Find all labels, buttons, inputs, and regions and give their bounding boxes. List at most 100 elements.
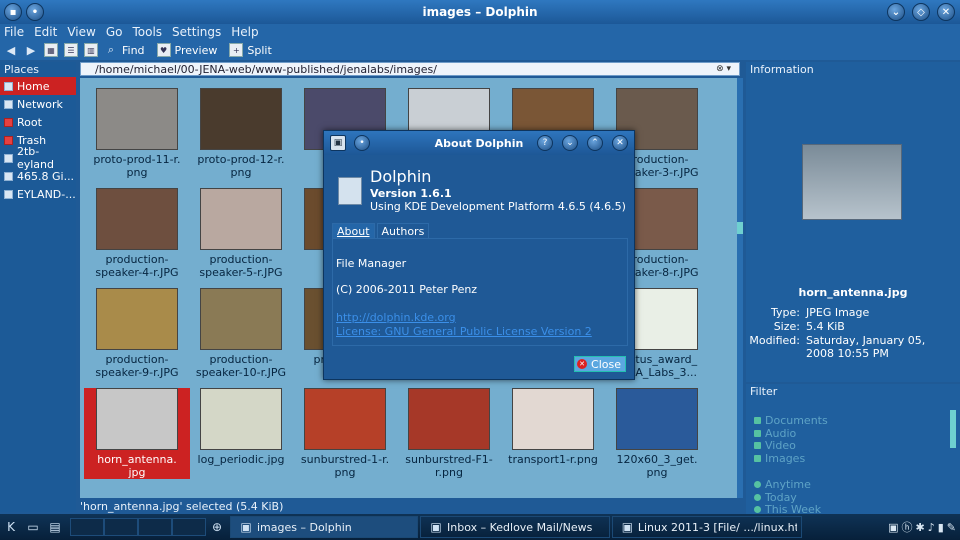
hp-icon[interactable]: ⓗ: [901, 519, 912, 535]
printer-icon[interactable]: ▣: [888, 521, 898, 534]
homepage-link[interactable]: http://dolphin.kde.org: [336, 311, 456, 324]
dialog-help-icon[interactable]: ?: [537, 135, 553, 151]
filter-date-option[interactable]: Anytime: [754, 478, 811, 491]
dialog-desktops-icon[interactable]: •: [354, 135, 370, 151]
place-icon: [4, 99, 13, 109]
clear-location-icon[interactable]: ⊗ ▾: [716, 64, 731, 74]
filter-date-label: Anytime: [765, 478, 811, 491]
taskbar-task[interactable]: ▣ Inbox – Kedlove Mail/News: [420, 516, 610, 538]
preview-icon[interactable]: ♥: [156, 43, 171, 57]
columns-view-icon[interactable]: ▥: [84, 43, 98, 57]
desktop-2[interactable]: [104, 518, 138, 536]
dialog-close-icon[interactable]: ✕: [612, 135, 628, 151]
desktop-3[interactable]: [138, 518, 172, 536]
place-item[interactable]: Network: [0, 95, 76, 113]
clipboard-icon[interactable]: ✎: [947, 521, 956, 534]
file-item[interactable]: proto-prod-11-r. png: [84, 88, 190, 179]
checkbox-icon[interactable]: [754, 454, 761, 462]
find-icon[interactable]: ⌕: [104, 43, 118, 57]
desktop-pager[interactable]: [70, 518, 206, 536]
place-item[interactable]: Root: [0, 113, 76, 131]
menu-go[interactable]: Go: [106, 25, 123, 39]
file-item[interactable]: 120x60_3_get. png: [604, 388, 710, 479]
file-item[interactable]: horn_antenna. jpg: [84, 388, 190, 479]
file-item[interactable]: transport1-r.png: [500, 388, 606, 466]
checkbox-icon[interactable]: [754, 429, 761, 437]
dialog-app-name: Dolphin: [370, 167, 432, 186]
radio-icon[interactable]: [754, 506, 761, 513]
menu-view[interactable]: View: [67, 25, 95, 39]
place-item[interactable]: Home: [0, 77, 76, 95]
menu-edit[interactable]: Edit: [34, 25, 57, 39]
place-icon: [4, 189, 13, 199]
filter-type-option[interactable]: Images: [754, 452, 805, 465]
radio-icon[interactable]: [754, 481, 761, 488]
file-item[interactable]: production- speaker-9-r.JPG: [84, 288, 190, 379]
find-button[interactable]: Find: [122, 44, 145, 57]
dialog-app-icon[interactable]: ▣: [330, 135, 346, 151]
place-item[interactable]: 2tb-eyland: [0, 145, 76, 171]
back-arrow-icon[interactable]: ◀: [4, 43, 18, 57]
place-item[interactable]: 465.8 Gi...: [0, 167, 76, 185]
license-link[interactable]: License: GNU General Public License Vers…: [336, 325, 592, 338]
filter-type-option[interactable]: Audio: [754, 427, 796, 440]
radio-icon[interactable]: [754, 493, 761, 501]
info-modified-label: Modified:: [749, 334, 800, 347]
window-title: images – Dolphin: [422, 5, 538, 19]
taskbar-task[interactable]: ▣ images – Dolphin: [230, 516, 418, 538]
dolphin-launcher-icon[interactable]: ▤: [47, 519, 63, 535]
file-view-scrollbar[interactable]: [737, 78, 743, 498]
taskbar-task[interactable]: ▣ Linux 2011-3 [File/ .../linux.ht...: [612, 516, 802, 538]
checkbox-icon[interactable]: [754, 442, 761, 449]
file-item[interactable]: proto-prod-12-r. png: [188, 88, 294, 179]
desktop-4[interactable]: [172, 518, 206, 536]
split-button[interactable]: Split: [247, 44, 271, 57]
dialog-title: About Dolphin: [434, 136, 524, 150]
filter-scrollbar[interactable]: [950, 410, 956, 448]
bluetooth-icon[interactable]: ✱: [915, 521, 924, 534]
close-button[interactable]: ✕ Close: [574, 356, 626, 372]
forward-arrow-icon[interactable]: ▶: [24, 43, 38, 57]
tab-authors[interactable]: Authors: [376, 223, 430, 239]
file-name: production- speaker-9-r.JPG: [95, 353, 179, 379]
scrollbar-handle[interactable]: [737, 222, 743, 234]
filter-date-label: Today: [765, 490, 797, 504]
close-window-icon[interactable]: ✕: [937, 3, 955, 21]
file-item[interactable]: log_periodic.jpg: [188, 388, 294, 466]
window-titlebar[interactable]: ▪ • images – Dolphin ⌄ ◇ ✕: [0, 0, 960, 24]
file-item[interactable]: production- speaker-5-r.JPG: [188, 188, 294, 279]
filter-type-option[interactable]: Documents: [754, 414, 828, 427]
filter-date-option[interactable]: Today: [754, 491, 797, 504]
close-icon: ✕: [577, 359, 588, 369]
network-icon[interactable]: ⊕: [209, 519, 225, 535]
file-item[interactable]: production- speaker-10-r.JPG: [188, 288, 294, 379]
kde-menu-icon[interactable]: K: [3, 519, 19, 535]
menu-help[interactable]: Help: [231, 25, 258, 39]
file-item[interactable]: sunburstred-1-r. png: [292, 388, 398, 479]
file-item[interactable]: production- speaker-4-r.JPG: [84, 188, 190, 279]
audio-icon[interactable]: ♪: [928, 521, 935, 534]
menu-file[interactable]: File: [4, 25, 24, 39]
checkbox-icon[interactable]: [754, 417, 761, 424]
all-desktops-icon[interactable]: •: [26, 3, 44, 21]
split-icon[interactable]: +: [229, 43, 244, 57]
battery-icon[interactable]: ▮: [938, 521, 944, 534]
preview-button[interactable]: Preview: [175, 44, 218, 57]
place-item[interactable]: EYLAND-...: [0, 185, 76, 203]
tab-about[interactable]: About: [332, 223, 375, 239]
menu-tools[interactable]: Tools: [132, 25, 162, 39]
location-bar[interactable]: /home/michael/00-JENA-web/www-published/…: [80, 62, 740, 76]
details-view-icon[interactable]: ☰: [64, 43, 78, 57]
dialog-minimize-icon[interactable]: ⌄: [562, 135, 578, 151]
filter-type-option[interactable]: Video: [754, 439, 796, 452]
file-item[interactable]: sunburstred-F1- r.png: [396, 388, 502, 479]
window-menu-icon[interactable]: ▪: [4, 3, 22, 21]
terminal-icon[interactable]: ▭: [25, 519, 41, 535]
icons-view-icon[interactable]: ▦: [44, 43, 58, 57]
location-path[interactable]: /home/michael/00-JENA-web/www-published/…: [95, 63, 437, 76]
keep-above-icon[interactable]: ◇: [912, 3, 930, 21]
menu-settings[interactable]: Settings: [172, 25, 221, 39]
minimize-icon[interactable]: ⌄: [887, 3, 905, 21]
desktop-1[interactable]: [70, 518, 104, 536]
dialog-maximize-icon[interactable]: ⌃: [587, 135, 603, 151]
